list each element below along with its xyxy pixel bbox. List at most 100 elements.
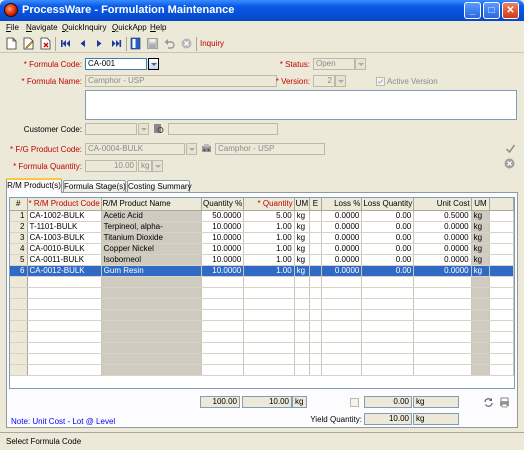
edit-document-icon[interactable] bbox=[22, 37, 35, 50]
grid-cell[interactable]: kg bbox=[471, 254, 491, 266]
grid-cell[interactable]: kg bbox=[471, 243, 491, 255]
grid-cell-empty[interactable] bbox=[309, 287, 322, 299]
grid-cell[interactable]: CA-1003-BULK bbox=[27, 232, 102, 244]
grid-cell[interactable] bbox=[309, 221, 322, 233]
grid-cell-empty[interactable] bbox=[471, 309, 491, 321]
fg-product-code-input[interactable]: CA-0004-BULK bbox=[85, 143, 185, 155]
grid-cell-empty[interactable] bbox=[243, 298, 295, 310]
grid-cell-empty[interactable] bbox=[201, 331, 245, 343]
grid-cell-empty[interactable] bbox=[413, 331, 472, 343]
grid-cell[interactable]: Copper Nickel bbox=[101, 243, 203, 255]
grid-cell[interactable]: 1.00 bbox=[243, 243, 295, 255]
grid-cell-empty[interactable] bbox=[361, 331, 415, 343]
grid-cell-empty[interactable] bbox=[201, 320, 245, 332]
grid-cell-empty[interactable] bbox=[27, 331, 102, 343]
grid-cell[interactable] bbox=[309, 254, 322, 266]
table-row[interactable]: 6 CA-0012-BULK Gum Resin 10.0000 1.00 kg 0.000… bbox=[10, 265, 514, 277]
grid-cell[interactable]: 0.0000 bbox=[413, 243, 472, 255]
grid-cell[interactable]: 10.0000 bbox=[201, 265, 245, 277]
undo-icon[interactable] bbox=[163, 37, 176, 50]
cancel-icon[interactable] bbox=[180, 37, 193, 50]
grid-cell[interactable]: kg bbox=[294, 265, 311, 277]
grid-cell-empty[interactable] bbox=[101, 364, 203, 376]
formula-quantity-input[interactable]: 10.00 bbox=[85, 160, 137, 172]
version-dropdown[interactable] bbox=[335, 75, 346, 87]
grid-cell-empty[interactable] bbox=[201, 364, 245, 376]
first-record-icon[interactable] bbox=[59, 37, 72, 50]
grid-cell[interactable]: CA-0010-BULK bbox=[27, 243, 102, 255]
grid-cell-empty[interactable] bbox=[489, 309, 514, 321]
grid-cell[interactable]: 1.00 bbox=[243, 265, 295, 277]
grid-cell-empty[interactable] bbox=[321, 309, 363, 321]
grid-cell-empty[interactable] bbox=[471, 298, 491, 310]
table-row[interactable]: 2 T-1101-BULK Terpineol, alpha- 10.0000 1.00… bbox=[10, 221, 514, 233]
grid-cell-empty[interactable] bbox=[243, 309, 295, 321]
grid-cell[interactable]: 0.0000 bbox=[321, 265, 363, 277]
grid-cell-empty[interactable] bbox=[413, 287, 472, 299]
grid-cell[interactable]: kg bbox=[471, 210, 491, 222]
grid-cell[interactable]: 0.0000 bbox=[321, 221, 363, 233]
grid-cell-empty[interactable] bbox=[471, 276, 491, 288]
maximize-button[interactable]: □ bbox=[483, 2, 500, 19]
grid-cell-empty[interactable] bbox=[489, 210, 514, 222]
fg-product-code-dropdown[interactable] bbox=[186, 143, 197, 155]
grid-cell-empty[interactable] bbox=[361, 320, 415, 332]
loss-checkbox[interactable] bbox=[350, 398, 359, 407]
customer-code-dropdown[interactable] bbox=[138, 123, 149, 135]
grid-cell[interactable] bbox=[309, 232, 322, 244]
grid-cell-empty[interactable] bbox=[201, 287, 245, 299]
grid-cell-empty[interactable] bbox=[471, 320, 491, 332]
print-icon[interactable] bbox=[499, 397, 510, 408]
col-header-loss-quantity[interactable]: Loss Quantity bbox=[361, 198, 415, 211]
grid-cell[interactable]: kg bbox=[471, 232, 491, 244]
table-row[interactable] bbox=[10, 364, 514, 376]
rm-products-grid[interactable]: # * R/M Product Code R/M Product Name Qu… bbox=[9, 197, 515, 389]
grid-cell-empty[interactable] bbox=[243, 353, 295, 365]
grid-cell-empty[interactable] bbox=[309, 298, 322, 310]
grid-cell[interactable] bbox=[309, 243, 322, 255]
grid-cell-empty[interactable] bbox=[321, 287, 363, 299]
grid-cell-empty[interactable] bbox=[201, 298, 245, 310]
grid-cell-empty[interactable] bbox=[413, 353, 472, 365]
grid-cell-empty[interactable] bbox=[27, 276, 102, 288]
grid-cell[interactable]: 1.00 bbox=[243, 232, 295, 244]
grid-cell[interactable]: 10.0000 bbox=[201, 254, 245, 266]
grid-cell-empty[interactable] bbox=[101, 331, 203, 343]
grid-cell[interactable]: kg bbox=[471, 221, 491, 233]
grid-cell-empty[interactable] bbox=[309, 331, 322, 343]
bookmark-icon[interactable] bbox=[129, 37, 142, 50]
grid-cell-empty[interactable] bbox=[321, 276, 363, 288]
table-row[interactable] bbox=[10, 287, 514, 299]
tab-formula-stages[interactable]: Formula Stage(s) bbox=[63, 180, 126, 192]
grid-cell-empty[interactable] bbox=[294, 276, 311, 288]
grid-cell-empty[interactable] bbox=[294, 298, 311, 310]
grid-cell-empty[interactable] bbox=[361, 298, 415, 310]
save-icon[interactable] bbox=[146, 37, 159, 50]
grid-cell[interactable]: 0.00 bbox=[361, 210, 415, 222]
grid-cell[interactable]: 50.0000 bbox=[201, 210, 245, 222]
col-header-rm-product-name[interactable]: R/M Product Name bbox=[101, 198, 203, 211]
grid-cell[interactable]: kg bbox=[294, 254, 311, 266]
col-header-index[interactable]: # bbox=[10, 198, 28, 211]
grid-cell-empty[interactable] bbox=[101, 320, 203, 332]
table-row[interactable]: 1 CA-1002-BULK Acetic Acid 50.0000 5.00 kg 0.0… bbox=[10, 210, 514, 222]
grid-cell-empty[interactable] bbox=[361, 309, 415, 321]
new-document-icon[interactable] bbox=[5, 37, 18, 50]
grid-cell-empty[interactable] bbox=[361, 287, 415, 299]
grid-cell-empty[interactable] bbox=[101, 298, 203, 310]
grid-cell[interactable]: kg bbox=[294, 232, 311, 244]
grid-cell[interactable]: 0.0000 bbox=[413, 221, 472, 233]
col-header-cost-um[interactable]: UM bbox=[471, 198, 491, 211]
grid-cell[interactable] bbox=[309, 210, 322, 222]
grid-cell[interactable]: kg bbox=[294, 221, 311, 233]
grid-cell-empty[interactable] bbox=[201, 276, 245, 288]
grid-cell[interactable]: Gum Resin bbox=[101, 265, 203, 277]
confirm-check-icon[interactable] bbox=[505, 143, 516, 154]
formula-code-input[interactable]: CA-001 bbox=[85, 58, 147, 70]
grid-cell[interactable]: 5.00 bbox=[243, 210, 295, 222]
grid-cell[interactable]: Acetic Acid bbox=[101, 210, 203, 222]
grid-cell[interactable]: CA-0012-BULK bbox=[27, 265, 102, 277]
grid-cell[interactable]: T-1101-BULK bbox=[27, 221, 102, 233]
minimize-button[interactable]: _ bbox=[464, 2, 481, 19]
delete-document-icon[interactable] bbox=[39, 37, 52, 50]
